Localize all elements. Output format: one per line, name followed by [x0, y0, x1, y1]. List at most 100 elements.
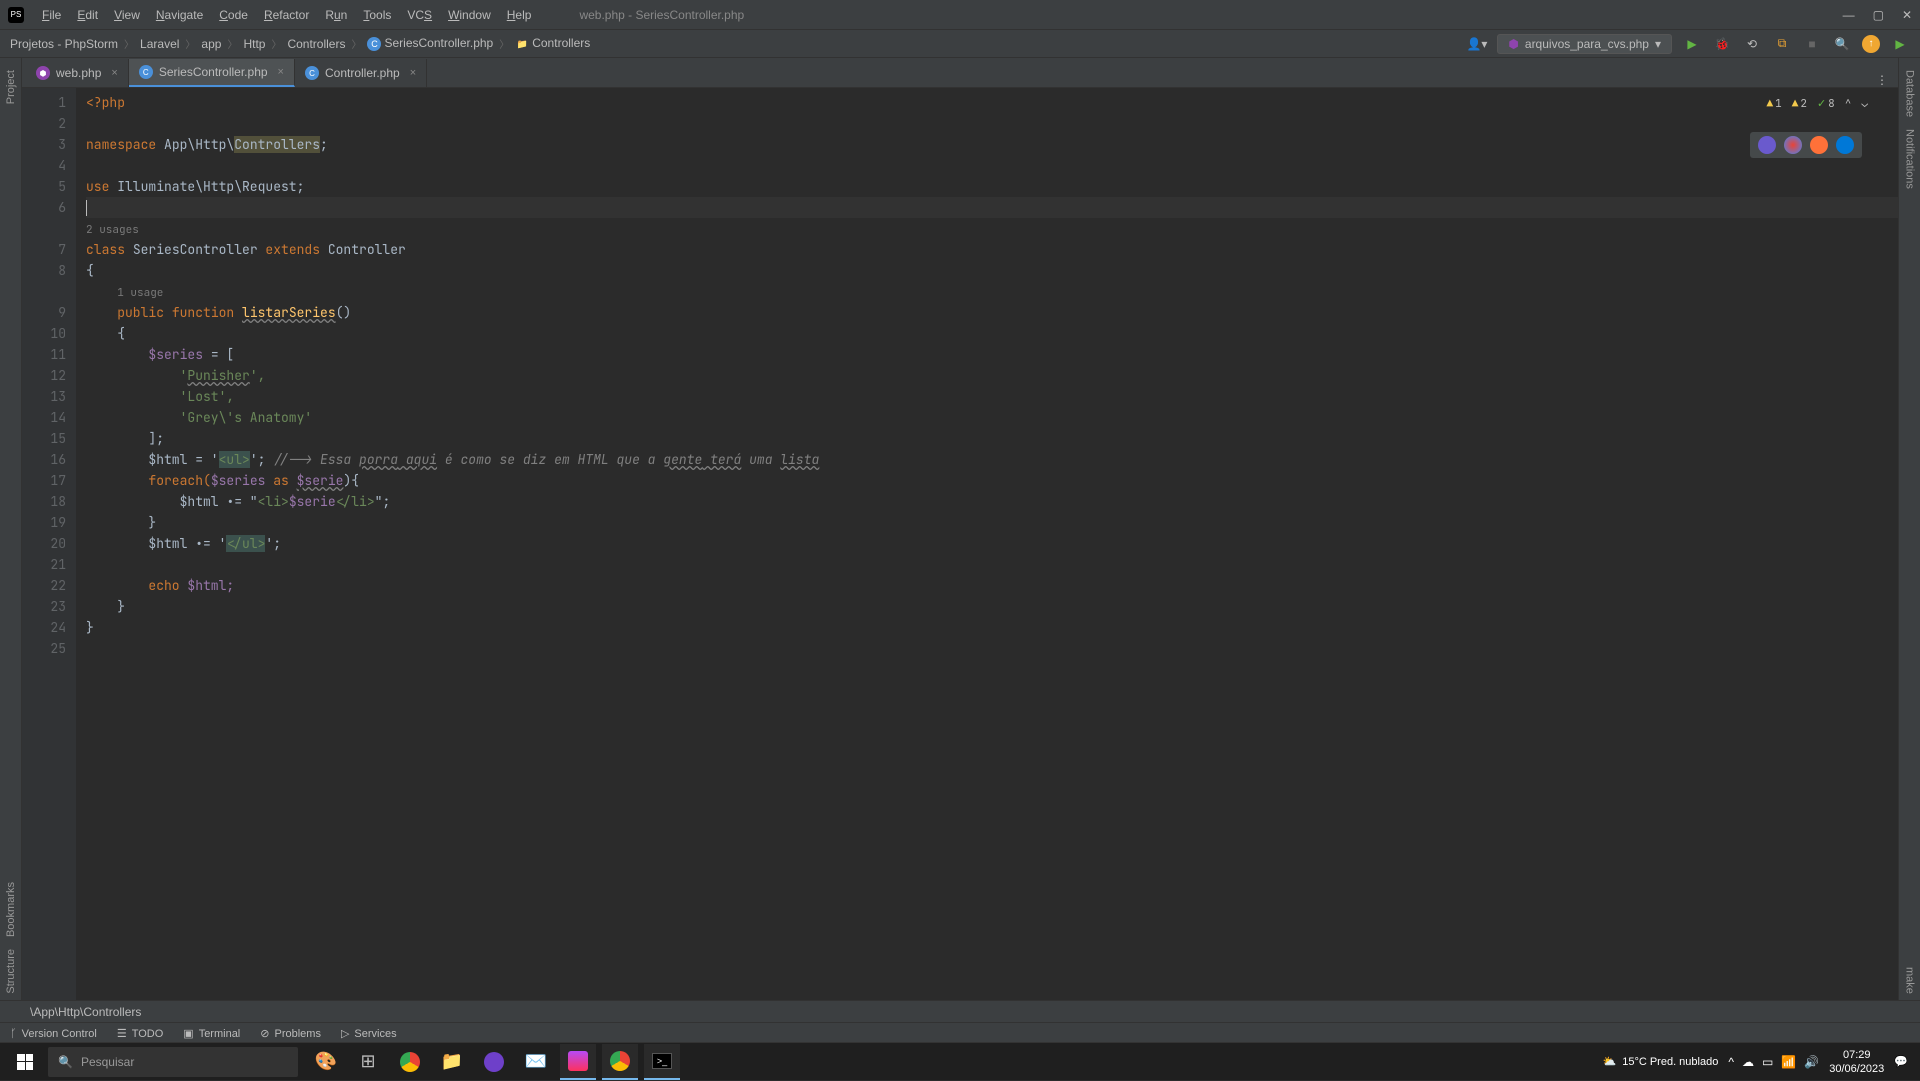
taskbar-explorer[interactable]: 📁 — [434, 1044, 470, 1080]
tray-meet-now-icon[interactable]: ▭ — [1762, 1055, 1773, 1069]
menu-help[interactable]: Help — [499, 8, 540, 22]
problems-icon: ⊘ — [260, 1027, 269, 1040]
menu-edit[interactable]: Edit — [69, 8, 106, 22]
taskbar-pinned-app[interactable]: 🎨 — [308, 1044, 344, 1080]
tab-close-icon[interactable]: × — [278, 66, 284, 78]
chrome-icon[interactable] — [1784, 136, 1802, 154]
tool-problems[interactable]: ⊘Problems — [260, 1027, 321, 1040]
menu-refactor[interactable]: Refactor — [256, 8, 317, 22]
tab-web-php[interactable]: ⬢ web.php × — [26, 59, 129, 87]
left-sidebar: Project Bookmarks Structure — [0, 58, 22, 1000]
tool-version-control[interactable]: ᚴVersion Control — [10, 1028, 97, 1040]
app-logo: PS — [8, 7, 24, 23]
user-menu[interactable]: 👤▾ — [1466, 37, 1487, 51]
usages-hint[interactable]: 1 usage — [117, 286, 163, 300]
edge-icon[interactable] — [1836, 136, 1854, 154]
sidebar-make[interactable]: make — [1904, 967, 1916, 994]
tab-controller[interactable]: C Controller.php × — [295, 59, 427, 87]
sidebar-notifications[interactable]: Notifications — [1904, 129, 1916, 189]
menu-file[interactable]: File — [34, 8, 69, 22]
tab-label: web.php — [56, 66, 101, 80]
clock-time: 07:29 — [1829, 1048, 1884, 1062]
tab-seriescontroller[interactable]: C SeriesController.php × — [129, 59, 295, 87]
php-class-icon: C — [305, 66, 319, 80]
inspection-widget[interactable]: ▲1 ▲2 ✓8 ^ ⌄ — [1767, 94, 1868, 115]
code-area[interactable]: ▲1 ▲2 ✓8 ^ ⌄ 123456 78 91011121314151617… — [22, 88, 1898, 1000]
tray-network-icon[interactable]: 📶 — [1781, 1055, 1796, 1069]
tray-onedrive-icon[interactable]: ☁ — [1742, 1055, 1754, 1069]
taskbar-clock[interactable]: 07:29 30/06/2023 — [1829, 1048, 1884, 1076]
update-button[interactable]: ↑ — [1862, 35, 1880, 53]
tray-notifications-icon[interactable]: 💬 — [1894, 1055, 1908, 1068]
stop-button[interactable]: ■ — [1802, 34, 1822, 54]
taskbar-phpstorm[interactable] — [560, 1044, 596, 1080]
taskbar-mail[interactable]: ✉️ — [518, 1044, 554, 1080]
tab-options-icon[interactable]: ⋮ — [1866, 73, 1898, 87]
sidebar-bookmarks[interactable]: Bookmarks — [5, 882, 17, 937]
tab-close-icon[interactable]: × — [410, 67, 416, 79]
sidebar-structure[interactable]: Structure — [5, 949, 17, 994]
close-button[interactable]: ✕ — [1902, 8, 1912, 22]
usages-hint[interactable]: 2 usages — [86, 223, 139, 237]
search-icon: 🔍 — [58, 1055, 73, 1069]
terminal-icon: ▣ — [183, 1027, 193, 1040]
taskbar-weather[interactable]: ⛅ 15°C Pred. nublado — [1603, 1055, 1719, 1068]
minimize-button[interactable]: — — [1843, 8, 1855, 22]
tray-chevron-icon[interactable]: ^ — [1728, 1055, 1734, 1069]
profile-button[interactable]: ⧉ — [1772, 34, 1792, 54]
crumb-project[interactable]: Projetos - PhpStorm — [10, 37, 118, 51]
sidebar-database[interactable]: Database — [1904, 70, 1916, 117]
prev-highlight-icon[interactable]: ^ — [1845, 94, 1852, 115]
coverage-button[interactable]: ⟲ — [1742, 34, 1762, 54]
typo-count: 8 — [1828, 94, 1835, 115]
crumb-app[interactable]: app — [201, 37, 221, 51]
open-in-browser-panel — [1750, 132, 1862, 158]
crumb-file[interactable]: CSeriesController.php — [367, 36, 493, 51]
warning-icon: ▲ — [1767, 94, 1774, 115]
code-content[interactable]: <?php namespace App\Http\Controllers; us… — [76, 88, 1898, 1000]
firefox-icon[interactable] — [1810, 136, 1828, 154]
menu-vcs[interactable]: VCS — [399, 8, 440, 22]
start-button[interactable] — [6, 1043, 44, 1081]
taskbar-chrome[interactable] — [392, 1044, 428, 1080]
taskbar-github[interactable] — [476, 1044, 512, 1080]
php-icon: ⬢ — [1508, 37, 1518, 51]
taskbar-chrome-2[interactable] — [602, 1044, 638, 1080]
maximize-button[interactable]: ▢ — [1873, 8, 1884, 22]
gutter: 123456 78 910111213141516171819202122232… — [22, 88, 76, 1000]
tool-todo[interactable]: ☰TODO — [117, 1027, 163, 1040]
list-icon: ☰ — [117, 1027, 127, 1040]
menu-view[interactable]: View — [106, 8, 148, 22]
main-area: Project Bookmarks Structure ⬢ web.php × … — [0, 58, 1920, 1000]
run-config-label: arquivos_para_cvs.php — [1525, 37, 1649, 51]
crumb-namespace[interactable]: 📁Controllers — [515, 36, 590, 52]
taskbar-terminal[interactable]: >_ — [644, 1044, 680, 1080]
tab-close-icon[interactable]: × — [111, 67, 117, 79]
tool-services[interactable]: ▷Services — [341, 1027, 397, 1040]
phpstorm-browser-icon[interactable] — [1758, 136, 1776, 154]
next-highlight-icon[interactable]: ⌄ — [1861, 94, 1868, 115]
menu-run[interactable]: Run — [317, 8, 355, 22]
folder-icon: 📁 — [515, 37, 529, 51]
search-everywhere-button[interactable]: 🔍 — [1832, 34, 1852, 54]
sidebar-project[interactable]: Project — [5, 70, 17, 104]
debug-button[interactable]: 🐞 — [1712, 34, 1732, 54]
tab-label: SeriesController.php — [159, 65, 268, 79]
menu-code[interactable]: Code — [211, 8, 256, 22]
menu-window[interactable]: Window — [440, 8, 499, 22]
navigation-bar: Projetos - PhpStorm〉 Laravel〉 app〉 Http〉… — [0, 30, 1920, 58]
tool-terminal[interactable]: ▣Terminal — [183, 1027, 240, 1040]
run-config-selector[interactable]: ⬢ arquivos_para_cvs.php ▾ — [1497, 34, 1672, 54]
crumb-controllers[interactable]: Controllers — [287, 37, 345, 51]
dropdown-icon: ▾ — [1655, 37, 1661, 51]
crumb-http[interactable]: Http — [243, 37, 265, 51]
task-view-button[interactable]: ⊞ — [350, 1044, 386, 1080]
run-button[interactable]: ▶ — [1682, 34, 1702, 54]
tray-volume-icon[interactable]: 🔊 — [1804, 1055, 1819, 1069]
crumb-laravel[interactable]: Laravel — [140, 37, 179, 51]
menu-tools[interactable]: Tools — [355, 8, 399, 22]
taskbar-search[interactable]: 🔍 Pesquisar — [48, 1047, 298, 1077]
menu-navigate[interactable]: Navigate — [148, 8, 211, 22]
namespace-breadcrumb[interactable]: \App\Http\Controllers — [0, 1000, 1920, 1022]
ide-settings-button[interactable]: ▶ — [1890, 34, 1910, 54]
